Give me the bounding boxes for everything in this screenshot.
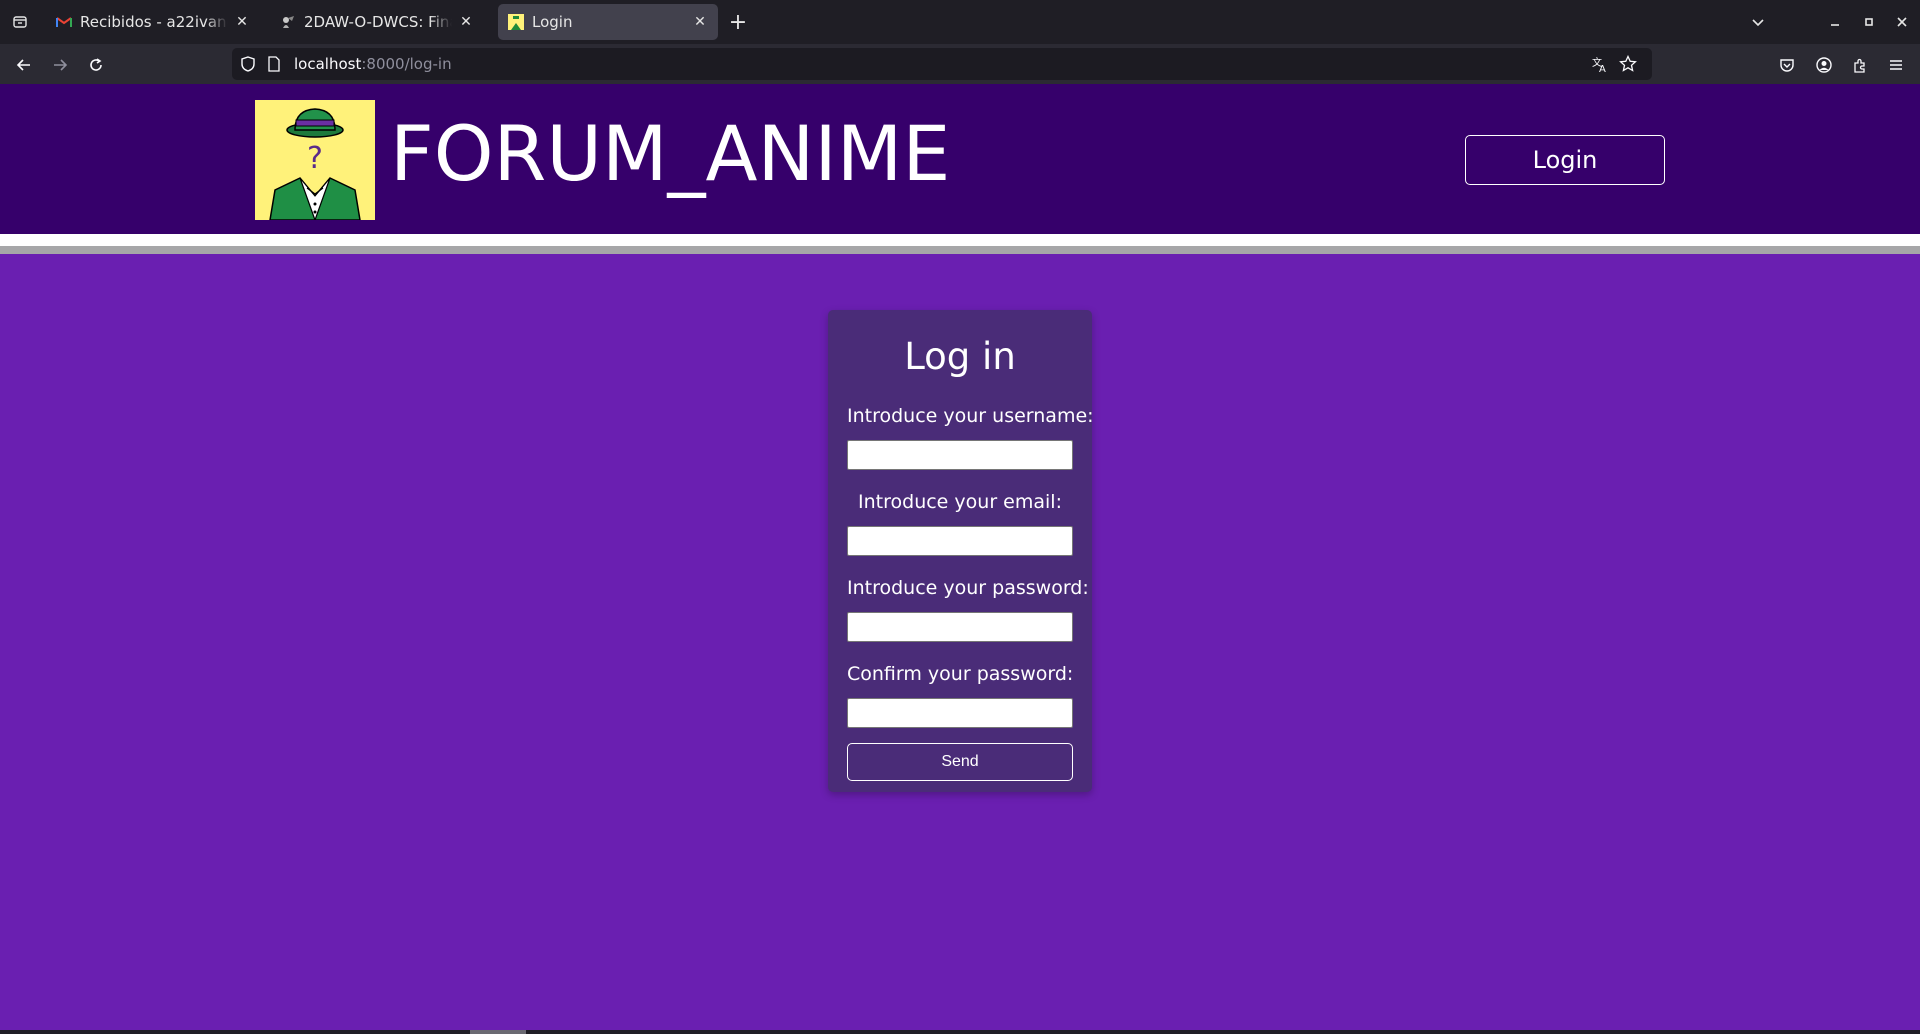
maximize-icon[interactable]	[1859, 12, 1879, 32]
header-divider	[0, 234, 1920, 246]
username-input[interactable]	[847, 440, 1073, 470]
browser-tab-bar: Recibidos - a22ivancp@ie ✕ 2DAW-O-DWCS: …	[0, 0, 1920, 44]
close-tab-icon[interactable]: ✕	[692, 14, 708, 30]
email-label: Introduce your email:	[858, 491, 1062, 513]
header-divider-shadow	[0, 246, 1920, 254]
url-text[interactable]: localhost:8000/log-in	[294, 55, 452, 73]
browser-nav-bar: localhost:8000/log-in 文A	[0, 44, 1920, 84]
close-window-icon[interactable]	[1892, 12, 1912, 32]
form-title: Log in	[904, 335, 1016, 378]
new-tab-icon[interactable]: +	[726, 10, 750, 35]
close-tab-icon[interactable]: ✕	[458, 14, 474, 30]
minimize-icon[interactable]	[1825, 12, 1845, 32]
account-icon[interactable]	[1811, 52, 1837, 78]
browser-tab-login[interactable]: Login ✕	[498, 4, 718, 40]
url-bar[interactable]: localhost:8000/log-in 文A	[232, 48, 1652, 80]
moodle-icon	[280, 14, 296, 30]
site-header: ? FORUM_ANIME Login	[0, 84, 1920, 234]
close-tab-icon[interactable]: ✕	[234, 14, 250, 30]
bookmark-star-icon[interactable]	[1618, 54, 1638, 74]
back-icon[interactable]	[11, 52, 37, 78]
url-path: :8000/log-in	[361, 55, 452, 73]
forum-anime-icon	[508, 14, 524, 30]
forward-icon[interactable]	[47, 52, 73, 78]
confirm-password-label: Confirm your password:	[847, 663, 1074, 685]
translate-icon[interactable]: 文A	[1590, 54, 1610, 74]
svg-text:?: ?	[307, 141, 323, 176]
confirm-password-input[interactable]	[847, 698, 1073, 728]
gmail-icon	[56, 14, 72, 30]
send-button[interactable]: Send	[847, 743, 1073, 781]
site-logo[interactable]: ?	[255, 100, 375, 222]
horizontal-scroll-indicator	[470, 1030, 526, 1034]
password-label: Introduce your password:	[847, 577, 1089, 599]
url-host: localhost	[294, 55, 362, 73]
tab-title: Recibidos - a22ivancp@ie	[80, 13, 228, 31]
username-label: Introduce your username:	[847, 405, 1094, 427]
shield-icon[interactable]	[238, 54, 258, 74]
menu-icon[interactable]	[1883, 52, 1909, 78]
tab-overview-icon[interactable]	[0, 0, 40, 44]
browser-tab-moodle[interactable]: 2DAW-O-DWCS: Final Pr ✕	[270, 4, 484, 40]
reload-icon[interactable]	[83, 52, 109, 78]
login-form: Log in Introduce your username: Introduc…	[828, 310, 1094, 792]
tab-title: 2DAW-O-DWCS: Final Pr	[304, 13, 452, 31]
header-login-button[interactable]: Login	[1465, 135, 1665, 185]
email-input[interactable]	[847, 526, 1073, 556]
page-info-icon[interactable]	[264, 54, 284, 74]
bottom-edge	[0, 1030, 1920, 1034]
password-input[interactable]	[847, 612, 1073, 642]
browser-tab-gmail[interactable]: Recibidos - a22ivancp@ie ✕	[46, 4, 260, 40]
site-title[interactable]: FORUM_ANIME	[390, 104, 950, 204]
extensions-icon[interactable]	[1847, 52, 1873, 78]
svg-text:A: A	[1599, 64, 1606, 73]
list-all-tabs-icon[interactable]	[1748, 12, 1768, 32]
tab-title: Login	[532, 13, 573, 31]
pocket-icon[interactable]	[1774, 52, 1800, 78]
